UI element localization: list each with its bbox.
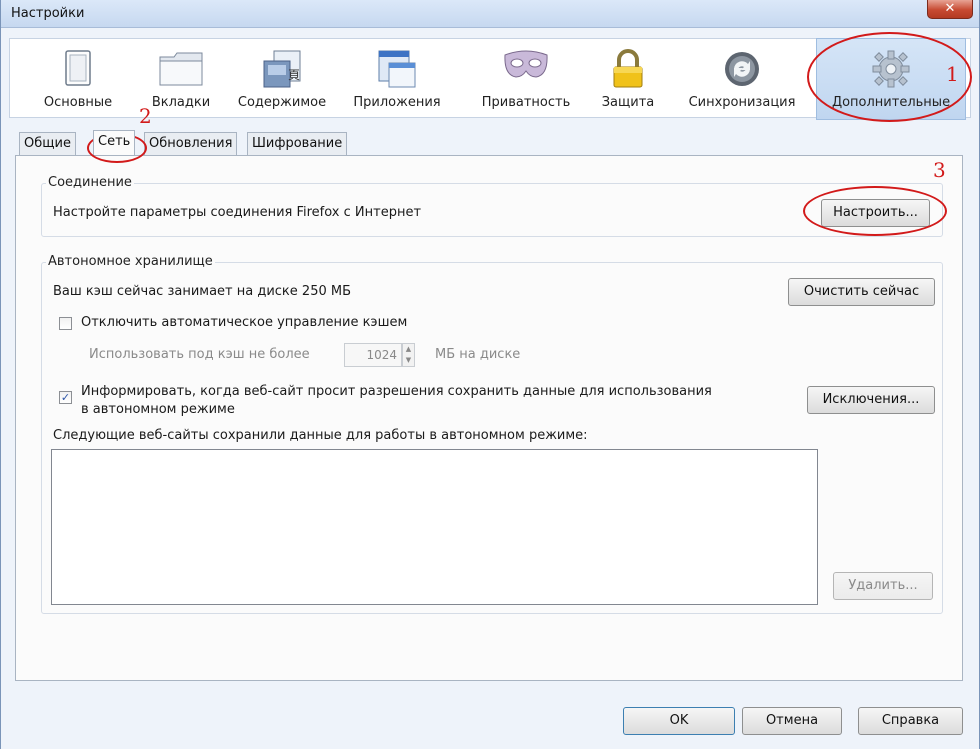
tab-general[interactable]: Общие xyxy=(19,132,76,156)
connection-description: Настройте параметры соединения Firefox с… xyxy=(53,205,422,220)
group-title: Соединение xyxy=(46,175,134,190)
help-button[interactable]: Справка xyxy=(858,707,963,735)
cache-status-text: Ваш кэш сейчас занимает на диске 250 МБ xyxy=(53,284,351,299)
lock-icon xyxy=(611,49,645,93)
category-label: Синхронизация xyxy=(688,95,796,110)
annotation-number-1: 1 xyxy=(946,62,959,86)
category-privacy[interactable]: Приватность xyxy=(474,39,578,119)
category-tabs[interactable]: Вкладки xyxy=(140,39,222,119)
applications-icon xyxy=(375,49,419,93)
cancel-button[interactable]: Отмена xyxy=(742,707,842,735)
category-applications[interactable]: Приложения xyxy=(342,39,452,119)
clear-cache-button[interactable]: Очистить сейчас xyxy=(788,278,935,306)
cache-limit-unit: МБ на диске xyxy=(435,347,521,362)
category-label: Основные xyxy=(43,95,113,110)
preferences-window: Настройки ✕ Основные Вкладки 頁 Содержимо… xyxy=(0,0,980,749)
exceptions-button[interactable]: Исключения... xyxy=(807,386,935,414)
category-label: Приложения xyxy=(353,95,441,110)
title-bar: Настройки ✕ xyxy=(1,0,979,28)
tab-encryption[interactable]: Шифрование xyxy=(247,132,348,156)
category-content[interactable]: 頁 Содержимое xyxy=(232,39,332,119)
cache-limit-input[interactable]: 1024 xyxy=(344,343,402,367)
annotation-number-3: 3 xyxy=(933,158,946,182)
stepper-down-icon[interactable]: ▼ xyxy=(403,355,414,366)
notify-offline-label-line1: Информировать, когда веб-сайт просит раз… xyxy=(81,384,712,399)
disable-auto-cache-checkbox[interactable] xyxy=(59,317,72,330)
close-button[interactable]: ✕ xyxy=(927,0,973,19)
folder-tabs-icon xyxy=(158,49,204,91)
stepper-up-icon[interactable]: ▲ xyxy=(403,344,414,355)
category-security[interactable]: Защита xyxy=(594,39,662,119)
disable-auto-cache-label: Отключить автоматическое управление кэше… xyxy=(81,315,408,330)
sync-icon xyxy=(722,49,762,93)
switch-icon xyxy=(63,49,93,91)
category-label: Вкладки xyxy=(151,95,211,110)
group-title: Автономное хранилище xyxy=(46,254,215,269)
category-sync[interactable]: Синхронизация xyxy=(682,39,802,119)
window-title: Настройки xyxy=(11,6,85,21)
category-label: Содержимое xyxy=(237,95,327,110)
remove-site-button: Удалить... xyxy=(833,572,933,600)
notify-offline-label-line2: в автономном режиме xyxy=(81,402,235,417)
annotation-ellipse-configure xyxy=(803,186,947,236)
mask-icon xyxy=(502,49,550,87)
tab-network[interactable]: Сеть xyxy=(93,130,136,155)
category-label: Защита xyxy=(601,95,655,110)
category-general[interactable]: Основные xyxy=(32,39,124,119)
cache-limit-stepper[interactable]: ▲ ▼ xyxy=(402,343,415,367)
notify-offline-checkbox[interactable]: ✓ xyxy=(59,391,72,404)
offline-sites-label: Следующие веб-сайты сохранили данные для… xyxy=(53,428,588,443)
content-icon: 頁 xyxy=(260,49,304,93)
offline-sites-list[interactable] xyxy=(51,449,818,605)
svg-text:頁: 頁 xyxy=(288,68,300,82)
ok-button[interactable]: OK xyxy=(623,707,735,735)
cache-limit-label: Использовать под кэш не более xyxy=(89,347,310,362)
annotation-number-2: 2 xyxy=(139,104,152,128)
tab-updates[interactable]: Обновления xyxy=(144,132,238,156)
checkmark-icon: ✓ xyxy=(60,391,71,404)
category-label: Приватность xyxy=(481,95,571,110)
